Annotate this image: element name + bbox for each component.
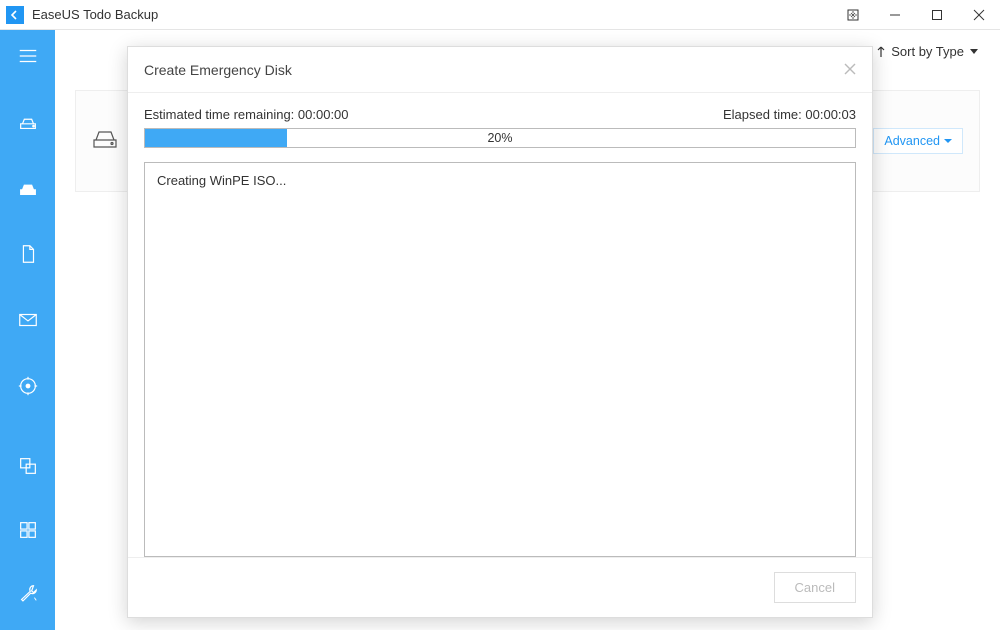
- progress-text: 20%: [145, 129, 855, 147]
- file-backup-icon[interactable]: [8, 236, 48, 272]
- menu-icon[interactable]: [8, 38, 48, 74]
- estimated-time: Estimated time remaining: 00:00:00: [144, 107, 349, 122]
- time-row: Estimated time remaining: 00:00:00 Elaps…: [144, 107, 856, 122]
- titlebar: EaseUS Todo Backup: [0, 0, 1000, 30]
- settings-icon[interactable]: [8, 576, 48, 612]
- window-restore-down-icon[interactable]: [832, 0, 874, 30]
- sort-label: Sort by Type: [891, 44, 964, 59]
- log-output: Creating WinPE ISO...: [144, 162, 856, 557]
- drive-icon: [92, 128, 118, 155]
- system-backup-icon[interactable]: [8, 170, 48, 206]
- create-emergency-disk-dialog: Create Emergency Disk Estimated time rem…: [127, 46, 873, 618]
- advanced-label: Advanced: [884, 134, 940, 148]
- chevron-down-icon: [944, 139, 952, 143]
- clone-icon[interactable]: [8, 448, 48, 484]
- app-title: EaseUS Todo Backup: [32, 7, 158, 22]
- window-close-button[interactable]: [958, 0, 1000, 30]
- disk-backup-icon[interactable]: [8, 104, 48, 140]
- dialog-header: Create Emergency Disk: [128, 47, 872, 93]
- chevron-down-icon: [970, 49, 978, 54]
- window-maximize-button[interactable]: [916, 0, 958, 30]
- dialog-title: Create Emergency Disk: [144, 62, 292, 78]
- sort-arrow-icon: [875, 46, 887, 58]
- window-minimize-button[interactable]: [874, 0, 916, 30]
- progress-bar: 20%: [144, 128, 856, 148]
- log-line: Creating WinPE ISO...: [157, 173, 843, 188]
- main-area: Sort by Type Advanced Create Emergency D…: [55, 30, 1000, 630]
- dialog-close-button[interactable]: [844, 62, 856, 78]
- dialog-footer: Cancel: [128, 557, 872, 617]
- sort-dropdown[interactable]: Sort by Type: [875, 44, 978, 59]
- smart-backup-icon[interactable]: [8, 368, 48, 404]
- mail-backup-icon[interactable]: [8, 302, 48, 338]
- elapsed-time: Elapsed time: 00:00:03: [723, 107, 856, 122]
- tools-icon[interactable]: [8, 512, 48, 548]
- advanced-dropdown[interactable]: Advanced: [873, 128, 963, 154]
- cancel-button[interactable]: Cancel: [774, 572, 856, 603]
- sidebar: [0, 30, 55, 630]
- app-logo-icon: [6, 6, 24, 24]
